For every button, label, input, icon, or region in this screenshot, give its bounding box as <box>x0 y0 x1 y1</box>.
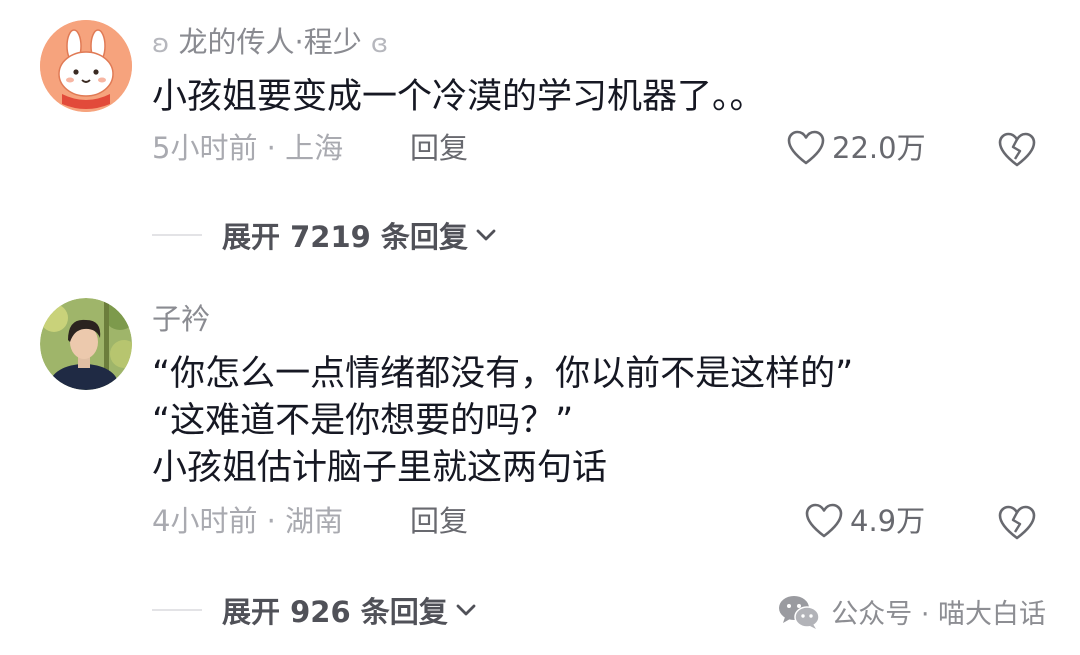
person-photo-avatar-icon <box>40 298 132 390</box>
comment-text: “你怎么一点情绪都没有，你以前不是这样的” “这难道不是你想要的吗？” 小孩姐估… <box>152 354 854 488</box>
chevron-down-icon <box>476 229 496 241</box>
heart-icon <box>805 503 843 538</box>
comment-username[interactable]: ʚ 龙的传人·程少 ɞ <box>152 28 389 59</box>
comment-time-location: 5小时前 · 上海 <box>152 131 344 165</box>
divider-line <box>152 609 202 611</box>
watermark-text: 公众号 · 喵大白话 <box>831 599 1046 630</box>
expand-replies-button[interactable]: 展开 926 条回复 <box>222 589 478 631</box>
watermark: 公众号 · 喵大白话 <box>777 592 1046 631</box>
wechat-icon <box>779 595 820 629</box>
like-count: 22.0万 <box>832 130 926 165</box>
expand-replies-row: 展开 7219 条回复 <box>152 214 498 256</box>
reply-button[interactable]: 回复 <box>410 134 468 163</box>
broken-heart-icon[interactable] <box>996 129 1038 169</box>
user-avatar[interactable] <box>40 20 132 112</box>
ornament-right-icon: ɞ <box>370 29 389 59</box>
like-button[interactable]: 22.0万 <box>786 129 926 167</box>
expand-replies-label: 展开 926 条回复 <box>222 595 448 629</box>
like-button[interactable]: 4.9万 <box>804 502 925 540</box>
comment-username[interactable]: 子衿 <box>152 305 210 334</box>
expand-replies-button[interactable]: 展开 7219 条回复 <box>222 214 498 256</box>
like-count: 4.9万 <box>850 503 926 538</box>
ornament-left-icon: ʚ <box>152 29 170 59</box>
bunny-avatar-icon <box>40 20 132 112</box>
user-avatar[interactable] <box>40 298 132 390</box>
expand-replies-label: 展开 7219 条回复 <box>222 220 468 254</box>
reply-button[interactable]: 回复 <box>410 507 468 536</box>
broken-heart-icon[interactable] <box>996 502 1038 542</box>
chevron-down-icon <box>456 604 476 616</box>
divider-line <box>152 234 202 236</box>
comment-text: 小孩姐要变成一个冷漠的学习机器了。。 <box>152 77 765 117</box>
comment-time-location: 4小时前 · 湖南 <box>152 504 344 538</box>
expand-replies-row: 展开 926 条回复 <box>152 589 478 631</box>
heart-icon <box>787 130 825 165</box>
